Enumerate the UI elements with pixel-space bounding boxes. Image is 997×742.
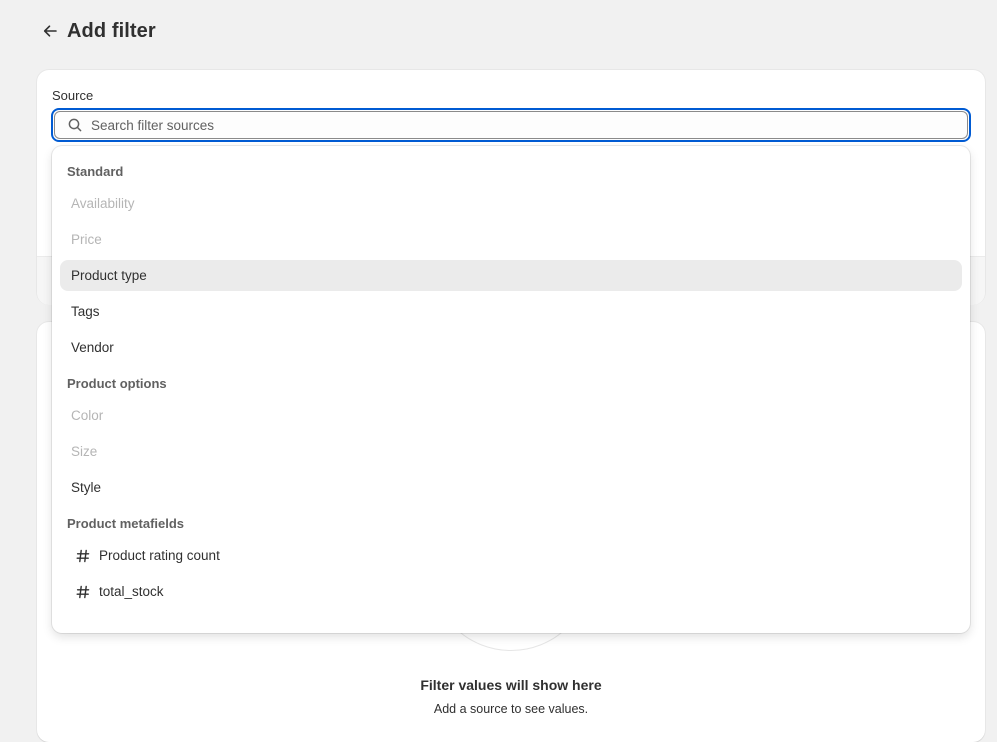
section-title-standard: Standard	[67, 164, 124, 179]
source-search-field[interactable]	[51, 108, 971, 142]
source-label: Source	[52, 88, 94, 103]
option-availability: Availability	[71, 196, 135, 211]
option-vendor[interactable]: Vendor	[60, 332, 962, 363]
source-dropdown: Standard Availability Price Product type…	[52, 146, 970, 633]
arrow-left-icon	[43, 25, 57, 37]
section-title-product-metafields: Product metafields	[67, 516, 185, 531]
option-size: Size	[71, 444, 98, 459]
option-price: Price	[71, 232, 102, 247]
search-icon	[67, 117, 83, 133]
section-title-product-options: Product options	[67, 376, 167, 391]
hash-icon	[73, 546, 93, 566]
option-total-stock[interactable]: total_stock	[60, 576, 962, 607]
option-tags[interactable]: Tags	[60, 296, 962, 327]
option-label: Product rating count	[99, 548, 220, 563]
page-header: Add filter	[40, 17, 156, 45]
empty-state-subtitle: Add a source to see values.	[433, 702, 589, 716]
page-title: Add filter	[67, 19, 156, 42]
option-product-type[interactable]: Product type	[60, 260, 962, 291]
option-product-rating-count[interactable]: Product rating count	[60, 540, 962, 571]
option-label: total_stock	[99, 584, 164, 599]
source-search-input[interactable]	[91, 111, 969, 139]
option-color: Color	[71, 408, 104, 423]
option-style[interactable]: Style	[60, 472, 962, 503]
empty-state-title: Filter values will show here	[420, 677, 602, 693]
hash-icon	[73, 582, 93, 602]
back-button[interactable]	[40, 21, 60, 41]
